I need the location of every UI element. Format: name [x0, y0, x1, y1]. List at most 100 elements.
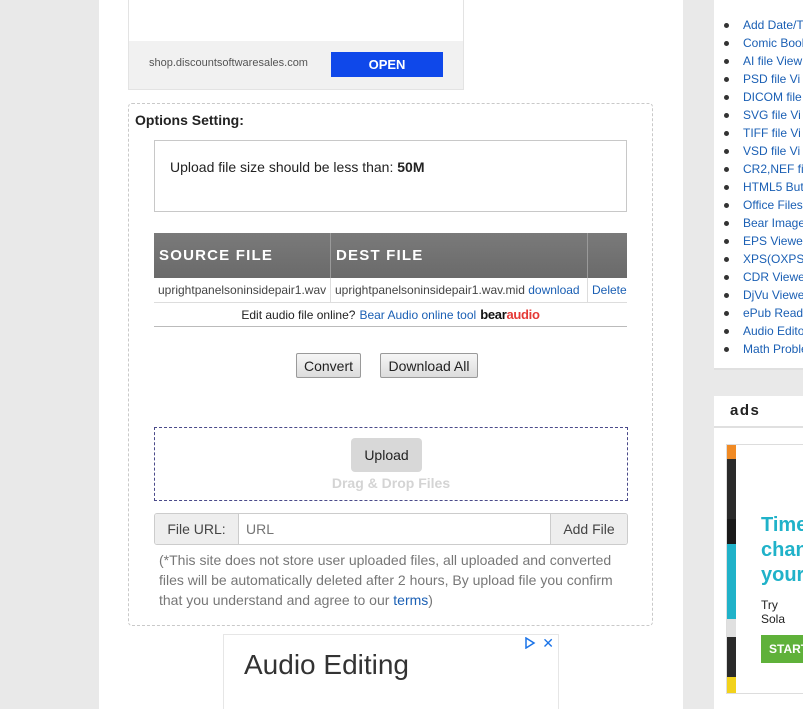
- bullet-icon: [724, 202, 729, 208]
- sidebar-item[interactable]: DjVu Viewe: [724, 286, 803, 304]
- sidebar-item-label[interactable]: Audio Edito: [743, 324, 803, 338]
- table-row: uprightpanelsoninsidepair1.wav uprightpa…: [154, 278, 627, 303]
- bear-audio-link[interactable]: Bear Audio online tool: [359, 308, 476, 322]
- file-url-input[interactable]: [239, 514, 550, 544]
- bullet-icon: [724, 112, 729, 118]
- sidebar-item[interactable]: DICOM file: [724, 88, 803, 106]
- upload-button[interactable]: Upload: [351, 438, 422, 472]
- disclaimer-tail: ): [428, 592, 433, 608]
- bullet-icon: [724, 292, 729, 298]
- sidebar-item[interactable]: Add Date/T: [724, 16, 803, 34]
- bullet-icon: [724, 220, 729, 226]
- options-panel: Options Setting: Upload file size should…: [128, 103, 653, 626]
- bearaudio-logo[interactable]: bearaudio: [480, 307, 540, 322]
- sidebar-item[interactable]: Math Proble: [724, 340, 803, 358]
- terms-link[interactable]: terms: [393, 592, 428, 608]
- sidebar-item-label[interactable]: VSD file Vi: [743, 144, 800, 158]
- adchoices-icon[interactable]: [524, 636, 536, 652]
- top-advertisement[interactable]: shop.discountsoftwaresales.com OPEN: [128, 0, 464, 90]
- bullet-icon: [724, 40, 729, 46]
- close-icon[interactable]: ✕: [542, 636, 554, 652]
- edit-audio-line: Edit audio file online? Bear Audio onlin…: [154, 303, 627, 327]
- options-title: Options Setting:: [135, 112, 244, 128]
- file-url-row: File URL: Add File: [154, 513, 628, 545]
- header-actions: [588, 233, 627, 278]
- ad-open-button[interactable]: OPEN: [331, 52, 443, 77]
- ad-title: Audio Editing: [244, 649, 410, 680]
- sidebar-item[interactable]: Comic Bool: [724, 34, 803, 52]
- download-link[interactable]: download: [528, 283, 579, 297]
- ad-headline-line: your: [761, 564, 803, 586]
- sidebar-item-label[interactable]: Comic Bool: [743, 36, 803, 50]
- sidebar-item[interactable]: Bear Image: [724, 214, 803, 232]
- ad-headline-line: Time: [761, 514, 803, 536]
- notice-prefix: Upload file size should be less than:: [170, 159, 398, 175]
- ads-panel: ads Time chan your Try Sola START: [714, 396, 803, 709]
- bullet-icon: [724, 148, 729, 154]
- bullet-icon: [724, 58, 729, 64]
- notice-limit: 50M: [397, 159, 425, 175]
- sidebar-item[interactable]: CR2,NEF fi: [724, 160, 803, 178]
- dest-filename: uprightpanelsoninsidepair1.wav.mid: [335, 283, 525, 297]
- notice-text: Upload file size should be less than: 50…: [170, 159, 424, 175]
- file-url-label: File URL:: [155, 514, 239, 544]
- sidebar-item[interactable]: AI file View: [724, 52, 803, 70]
- adchoices[interactable]: ✕: [524, 636, 554, 652]
- bullet-icon: [724, 256, 729, 262]
- sidebar-item-label[interactable]: ePub Read: [743, 306, 803, 320]
- sidebar-item-label[interactable]: Add Date/T: [743, 18, 803, 32]
- sidebar-item-label[interactable]: DjVu Viewe: [743, 288, 803, 302]
- sidebar-item[interactable]: XPS(OXPS: [724, 250, 803, 268]
- bullet-icon: [724, 274, 729, 280]
- ad-start-button[interactable]: START: [761, 635, 803, 663]
- dest-cell: uprightpanelsoninsidepair1.wav.mid downl…: [331, 278, 588, 302]
- side-ad-creative[interactable]: Time chan your Try Sola START: [726, 444, 803, 694]
- sidebar-item[interactable]: PSD file Vi: [724, 70, 803, 88]
- actions-cell: Delete: [588, 278, 627, 302]
- size-notice: Upload file size should be less than: 50…: [154, 140, 627, 212]
- bullet-icon: [724, 130, 729, 136]
- bullet-icon: [724, 94, 729, 100]
- sidebar-item-label[interactable]: AI file View: [743, 54, 802, 68]
- bullet-icon: [724, 22, 729, 28]
- sidebar-item-label[interactable]: XPS(OXPS: [743, 252, 803, 266]
- sidebar-item[interactable]: HTML5 But: [724, 178, 803, 196]
- logo-audio: audio: [506, 307, 540, 322]
- bullet-icon: [724, 346, 729, 352]
- convert-button[interactable]: Convert: [296, 353, 361, 378]
- sidebar-tools: Add Date/T Comic Bool AI file View PSD file…: [714, 0, 803, 370]
- delete-link[interactable]: Delete: [592, 283, 627, 297]
- ad-subtext: Try Sola: [761, 598, 786, 626]
- ad-headline-line: chan: [761, 539, 803, 561]
- sidebar-item-label[interactable]: Bear Image: [743, 216, 803, 230]
- sidebar-item[interactable]: EPS Viewe: [724, 232, 803, 250]
- sidebar-item[interactable]: VSD file Vi: [724, 142, 803, 160]
- sidebar-item-label[interactable]: HTML5 But: [743, 180, 803, 194]
- download-all-button[interactable]: Download All: [380, 353, 478, 378]
- sidebar-item[interactable]: ePub Read: [724, 304, 803, 322]
- table-header: SOURCE FILE DEST FILE: [154, 233, 627, 278]
- sidebar-item[interactable]: Office Files: [724, 196, 803, 214]
- sidebar-item[interactable]: CDR Viewe: [724, 268, 803, 286]
- sidebar-item[interactable]: TIFF file Vi: [724, 124, 803, 142]
- bullet-icon: [724, 184, 729, 190]
- edit-prompt: Edit audio file online?: [241, 307, 356, 322]
- sidebar-item-label[interactable]: DICOM file: [743, 90, 802, 104]
- sidebar-item-label[interactable]: PSD file Vi: [743, 72, 800, 86]
- sidebar-item-label[interactable]: CDR Viewe: [743, 270, 803, 284]
- sidebar-item-label[interactable]: Math Proble: [743, 342, 803, 356]
- bullet-icon: [724, 310, 729, 316]
- sidebar-item-label[interactable]: CR2,NEF fi: [743, 162, 803, 176]
- sidebar-item[interactable]: Audio Edito: [724, 322, 803, 340]
- add-file-button[interactable]: Add File: [550, 514, 627, 544]
- drop-hint: Drag & Drop Files: [331, 475, 451, 491]
- sidebar-item-label[interactable]: TIFF file Vi: [743, 126, 801, 140]
- sidebar-item-label[interactable]: Office Files: [743, 198, 803, 212]
- bottom-advertisement[interactable]: ✕ Audio Editing: [223, 634, 559, 709]
- ad-footer-bar: shop.discountsoftwaresales.com OPEN: [129, 41, 463, 89]
- sidebar-item[interactable]: SVG file Vi: [724, 106, 803, 124]
- disclaimer: (*This site does not store user uploaded…: [159, 550, 629, 610]
- sidebar-item-label[interactable]: EPS Viewe: [743, 234, 803, 248]
- drop-zone[interactable]: Upload Drag & Drop Files: [154, 427, 628, 501]
- sidebar-item-label[interactable]: SVG file Vi: [743, 108, 801, 122]
